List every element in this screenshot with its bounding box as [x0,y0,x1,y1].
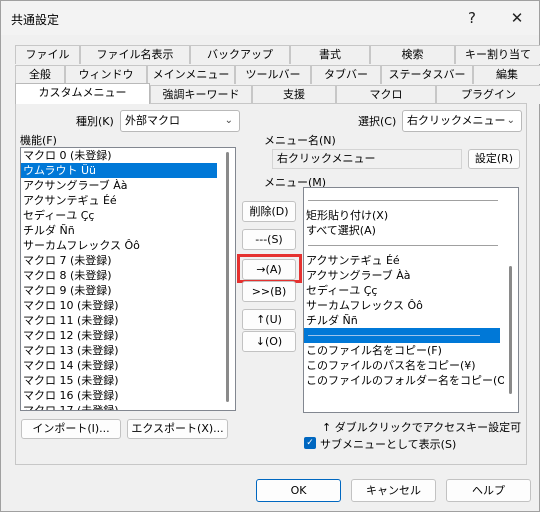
menu-separator-item[interactable] [304,193,518,208]
select-value: 右クリックメニュー [407,114,506,127]
menu-list-item[interactable]: このファイルのパス名をコピー(¥) [304,358,518,373]
function-list-item[interactable]: マクロ 9 (未登録) [21,283,235,298]
function-list-item[interactable]: アクサンテギュ Éé [21,193,235,208]
window-title: 共通設定 [11,13,60,27]
close-icon[interactable]: ✕ [506,7,528,29]
cancel-button[interactable]: キャンセル [351,479,436,502]
title-bar: 共通設定 ? ✕ [1,1,539,35]
help-icon[interactable]: ? [461,7,483,29]
tab-key-assign[interactable]: キー割り当て [455,45,540,64]
insert-submenu-button[interactable]: >>(B) [242,281,296,302]
chevron-down-icon: ⌄ [506,115,515,126]
scroll-thumb[interactable] [509,266,512,394]
function-list-item[interactable]: マクロ 15 (未登録) [21,373,235,388]
menu-separator-item[interactable] [304,328,500,343]
import-button[interactable]: インポート(I)... [21,419,121,439]
menu-list-item[interactable]: このファイルのフォルダー名をコピー(O) [304,373,518,388]
menu-name-label: メニュー名(N) [264,134,336,147]
checkbox-checked-icon[interactable]: ✓ [304,437,316,449]
tab-backup[interactable]: バックアップ [190,45,290,64]
menu-name-field[interactable]: 右クリックメニュー [272,149,462,169]
function-list-item[interactable]: マクロ 0 (未登録) [21,148,235,163]
separator-button[interactable]: ---(S) [242,229,296,250]
tab-main-menu[interactable]: メインメニュー [147,65,235,84]
menu-list-item[interactable]: サーカムフレックス Ôô [304,298,518,313]
tab-search[interactable]: 検索 [370,45,455,64]
tab-support[interactable]: 支援 [252,85,336,104]
export-button[interactable]: エクスポート(X)... [127,419,228,439]
function-list-item[interactable]: マクロ 14 (未登録) [21,358,235,373]
function-label: 機能(F) [20,134,57,147]
tab-filename-display[interactable]: ファイル名表示 [80,45,190,64]
menu-listbox[interactable]: 矩形貼り付け(X) すべて選択(A) アクサンテギュ Éé アクサングラーブ Àà セデ… [303,187,519,413]
tab-tabbar[interactable]: タブバー [311,65,381,84]
menu-separator-item[interactable] [304,238,518,253]
menu-list-item[interactable]: セディーユ Çç [304,283,518,298]
kind-select[interactable]: 外部マクロ ⌄ [120,110,240,132]
scroll-thumb[interactable] [226,152,229,402]
tab-macro[interactable]: マクロ [336,85,436,104]
menu-list-item[interactable]: すべて選択(A) [304,223,518,238]
function-list-item[interactable]: マクロ 7 (未登録) [21,253,235,268]
function-list-item[interactable]: マクロ 10 (未登録) [21,298,235,313]
select-combo[interactable]: 右クリックメニュー ⌄ [402,110,522,132]
function-list-item[interactable]: サーカムフレックス Ôô [21,238,235,253]
insert-button[interactable]: →(A) [242,259,296,280]
menu-settings-button[interactable]: 設定(R) [468,149,520,169]
function-list-item[interactable]: アクサングラーブ Àà [21,178,235,193]
function-list-item[interactable]: セディーユ Çç [21,208,235,223]
select-label: 選択(C) [358,115,397,128]
function-list-item[interactable]: マクロ 12 (未登録) [21,328,235,343]
access-key-hint: ↑ ダブルクリックでアクセスキー設定可 [322,421,522,434]
function-list-item[interactable]: マクロ 8 (未登録) [21,268,235,283]
function-list-item[interactable]: マクロ 17 (未登録) [21,403,235,410]
function-listbox[interactable]: マクロ 0 (未登録) ウムラウト Üü アクサングラーブ Àà アクサンテギュ Éé… [20,147,236,411]
function-list-item[interactable]: マクロ 13 (未登録) [21,343,235,358]
tab-statusbar[interactable]: ステータスバー [381,65,473,84]
tab-file[interactable]: ファイル [15,45,80,64]
ok-button[interactable]: OK [256,479,341,502]
menu-list-item[interactable]: アクサングラーブ Àà [304,268,518,283]
tab-window[interactable]: ウィンドウ [65,65,147,84]
tab-edit[interactable]: 編集 [473,65,540,84]
delete-button[interactable]: 削除(D) [242,201,296,222]
function-list-item[interactable]: チルダ Ññ [21,223,235,238]
tab-general[interactable]: 全般 [15,65,65,84]
menu-scrollbar[interactable] [504,188,518,412]
tab-custom-menu[interactable]: カスタムメニュー [15,83,150,104]
menu-list-item[interactable]: アクサンテギュ Éé [304,253,518,268]
tab-toolbar[interactable]: ツールバー [235,65,311,84]
help-button[interactable]: ヘルプ [446,479,531,502]
chevron-down-icon: ⌄ [224,115,233,126]
submenu-checkbox-label[interactable]: サブメニューとして表示(S) [320,436,456,452]
function-scrollbar[interactable] [221,148,235,410]
function-list-item[interactable]: マクロ 16 (未登録) [21,388,235,403]
function-list-item[interactable]: ウムラウト Üü [21,163,217,178]
menu-list-item[interactable]: このファイル名をコピー(F) [304,343,518,358]
tab-format[interactable]: 書式 [290,45,370,64]
menu-list-item[interactable]: 矩形貼り付け(X) [304,208,518,223]
tab-plugin[interactable]: プラグイン [436,85,540,104]
kind-label: 種別(K) [76,115,114,128]
common-settings-dialog: 共通設定 ? ✕ ファイル ファイル名表示 バックアップ 書式 検索 キー割り当… [0,0,540,512]
tab-panel-custom-menu: 種別(K) 外部マクロ ⌄ 選択(C) 右クリックメニュー ⌄ 機能(F) マク… [15,103,527,465]
function-list-item[interactable]: マクロ 11 (未登録) [21,313,235,328]
menu-list-item[interactable]: チルダ Ññ [304,313,518,328]
move-down-button[interactable]: ↓(O) [242,331,296,352]
tab-highlight-keywords[interactable]: 強調キーワード [150,85,252,104]
move-up-button[interactable]: ↑(U) [242,309,296,330]
kind-value: 外部マクロ [125,114,180,127]
